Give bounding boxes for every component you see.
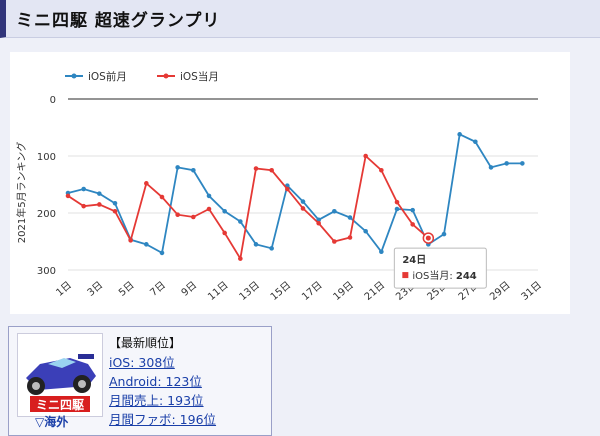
data-point (457, 132, 462, 137)
data-point (159, 250, 165, 256)
data-point (206, 193, 212, 199)
ranking-chart: 0 100 200 300 2021年5月ランキング 1日 3日 5日 7日 9日 11日 13日 15… (10, 52, 570, 314)
tooltip-swatch (402, 272, 409, 279)
y-tick-label: 200 (37, 209, 56, 220)
data-point (175, 212, 180, 218)
x-tick-label: 21日 (363, 280, 387, 303)
data-point (175, 165, 180, 170)
game-thumbnail[interactable]: ミニ四駆 (17, 333, 103, 417)
data-point (222, 208, 227, 214)
x-tick-label: 29日 (488, 280, 512, 303)
data-point (347, 215, 353, 220)
data-point (222, 230, 227, 236)
data-point (441, 231, 447, 237)
data-point (269, 246, 274, 251)
legend-label: iOS当月 (180, 70, 219, 83)
legend-marker (163, 73, 169, 79)
data-point (300, 199, 306, 204)
data-point (144, 181, 149, 186)
data-point (97, 202, 102, 207)
data-point (363, 153, 368, 159)
page-title: ミニ四駆 超速グランプリ (16, 11, 221, 31)
svg-text:ミニ四駆: ミニ四駆 (36, 397, 84, 412)
data-point (363, 228, 368, 234)
title-bar: ミニ四駆 超速グランプリ (0, 0, 600, 38)
legend-marker (71, 73, 77, 79)
series-line-0 (67, 133, 523, 255)
x-tick-label: 7日 (148, 280, 168, 299)
data-point (128, 238, 133, 243)
y-tick-label: 100 (37, 152, 56, 163)
legend-label: iOS前月 (88, 70, 127, 83)
ranking-chart-svg: 0 100 200 300 2021年5月ランキング 1日 3日 5日 7日 9日 11日 13日 15… (15, 70, 544, 303)
data-point (410, 222, 415, 227)
data-point (206, 206, 212, 212)
rank-ios-link[interactable]: iOS: 308位 (109, 353, 216, 372)
data-point (238, 256, 243, 261)
y-tick-label: 300 (37, 266, 56, 277)
data-point (253, 242, 259, 247)
x-tick-label: 3日 (86, 280, 106, 299)
data-point (473, 139, 478, 145)
data-point (394, 199, 400, 205)
data-point (410, 207, 415, 213)
data-point (112, 201, 118, 206)
data-point (269, 167, 274, 173)
info-panel: ミニ四駆 ▽海外 【最新順位】 iOS: 308位 Android: 123位 … (8, 326, 272, 436)
y-tick-label: 0 (50, 95, 56, 106)
data-point (159, 194, 165, 200)
x-tick-label: 13日 (237, 280, 261, 303)
data-point (191, 214, 196, 220)
x-tick-label: 31日 (519, 280, 543, 303)
data-point (253, 166, 259, 171)
data-point (81, 203, 86, 209)
latest-rank-list: 【最新順位】 iOS: 308位 Android: 123位 月間売上: 193… (109, 333, 216, 429)
highlight-point (425, 235, 431, 241)
x-tick-label: 1日 (54, 280, 74, 299)
data-point (316, 220, 321, 226)
data-point (97, 191, 102, 196)
tooltip-title: 24日 (402, 254, 426, 266)
data-point (112, 208, 118, 214)
rank-favorites-link[interactable]: 月間ファボ: 196位 (109, 410, 216, 429)
data-point (379, 167, 384, 173)
x-tick-label: 15日 (269, 280, 293, 303)
latest-rank-heading: 【最新順位】 (109, 336, 182, 350)
data-point (488, 165, 494, 170)
x-tick-label: 5日 (117, 280, 137, 299)
data-point (332, 239, 337, 244)
data-point (379, 249, 384, 255)
x-tick-label: 11日 (206, 280, 230, 303)
data-point (285, 186, 290, 192)
data-point (300, 206, 306, 211)
data-point (191, 167, 196, 173)
data-point (520, 161, 525, 166)
rank-android-link[interactable]: Android: 123位 (109, 372, 216, 391)
data-point (65, 193, 71, 199)
mini4wd-car-image: ミニ四駆 (18, 334, 102, 416)
data-point (238, 219, 243, 224)
data-point (394, 206, 400, 212)
data-point (81, 186, 86, 192)
x-tick-label: 19日 (331, 280, 355, 303)
data-point (347, 235, 353, 240)
overseas-link[interactable]: ▽海外 (35, 413, 68, 430)
rank-sales-link[interactable]: 月間売上: 193位 (109, 391, 216, 410)
data-point (332, 208, 337, 214)
data-point (144, 242, 149, 247)
y-axis-label: 2021年5月ランキング (15, 142, 28, 244)
x-tick-label: 9日 (180, 280, 200, 299)
data-point (504, 161, 509, 166)
x-tick-label: 17日 (300, 280, 324, 303)
tooltip-series-label: iOS当月: 244 (412, 269, 476, 282)
tooltip-value: 244 (456, 271, 477, 282)
